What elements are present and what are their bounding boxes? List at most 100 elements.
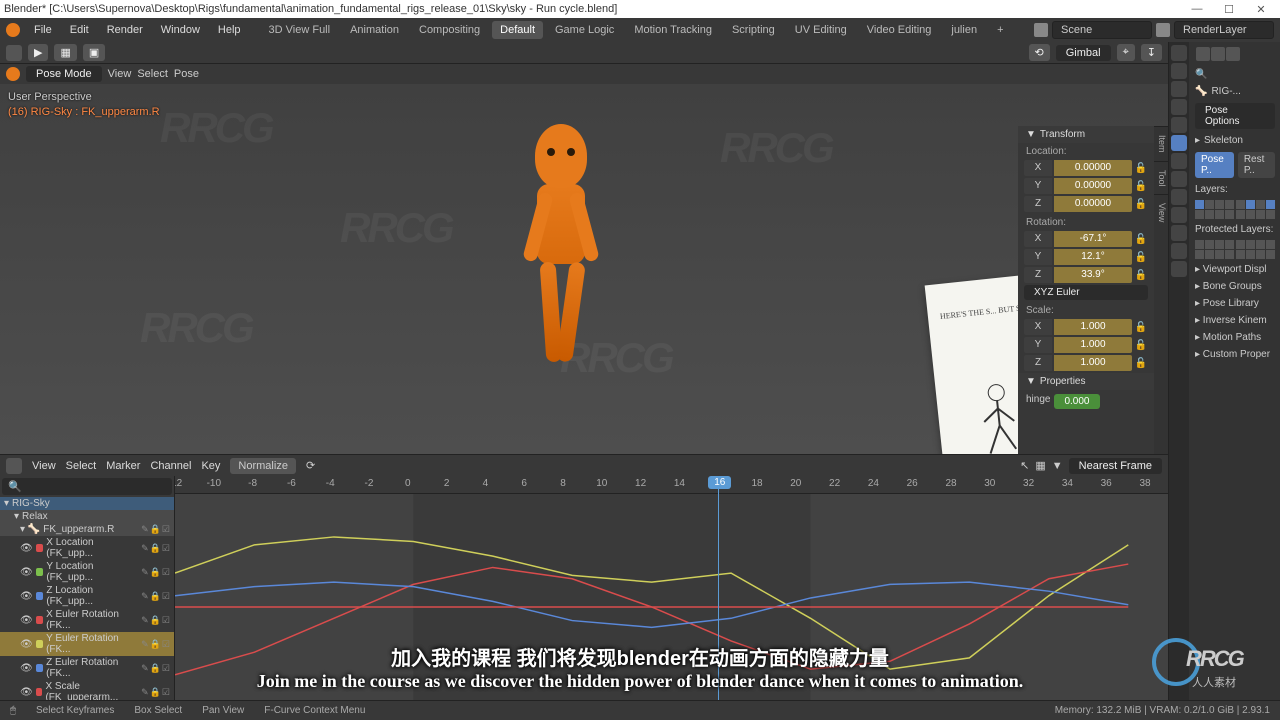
select-menu[interactable]: Select [137, 68, 168, 80]
fcurve-plot[interactable]: -12-10-8-6-4-202468101214161820222426283… [175, 476, 1168, 720]
skeleton-header[interactable]: ▸ Skeleton [1193, 132, 1277, 149]
outliner-sel-icon[interactable] [1211, 47, 1225, 61]
view-menu[interactable]: View [108, 68, 132, 80]
ghost-icon[interactable]: ▦ [1035, 459, 1045, 472]
graph-view-menu[interactable]: View [32, 460, 56, 472]
scale-x-field[interactable]: 1.000 [1054, 319, 1132, 335]
orient-icon[interactable]: ⟲ [1029, 44, 1050, 61]
rot-z-field[interactable]: 33.9° [1054, 267, 1132, 283]
scene-selector[interactable]: Scene [1052, 21, 1152, 39]
close-icon[interactable]: ✕ [1246, 3, 1276, 16]
lock-icon[interactable]: 🔓 [1134, 252, 1148, 263]
graph-select-menu[interactable]: Select [66, 460, 97, 472]
tab-object-icon[interactable] [1171, 135, 1187, 151]
fcurve-channel[interactable]: 👁X Location (FK_upp...✎🔒☑ [0, 536, 174, 560]
graph-editor-icon[interactable] [6, 458, 22, 474]
prop-section[interactable]: ▸ Custom Proper [1193, 346, 1277, 363]
pose-options-dropdown[interactable]: Pose Options [1193, 100, 1277, 132]
search-icon[interactable]: 🔍 [1195, 69, 1207, 80]
channel-bone[interactable]: ▾ 🦴FK_upperarm.R✎🔒☑ [0, 523, 174, 536]
tab-view[interactable]: View [1154, 194, 1168, 230]
fcurve-channel[interactable]: 👁Z Location (FK_upp...✎🔒☑ [0, 584, 174, 608]
normalize-toggle[interactable]: Normalize [230, 458, 296, 474]
lock-icon[interactable]: 🔓 [1134, 270, 1148, 281]
graph-channel-menu[interactable]: Channel [150, 460, 191, 472]
ws-3dview[interactable]: 3D View Full [261, 21, 339, 39]
tab-render-icon[interactable] [1171, 45, 1187, 61]
rot-x-field[interactable]: -67.1° [1054, 231, 1132, 247]
fcurve-channel[interactable]: 👁Y Location (FK_upp...✎🔒☑ [0, 560, 174, 584]
tab-view-icon[interactable] [1171, 81, 1187, 97]
snap-icon[interactable]: ⌖ [1117, 44, 1135, 61]
tab-tool[interactable]: Tool [1154, 161, 1168, 195]
properties-subheader[interactable]: ▼Properties [1018, 373, 1154, 390]
lock-icon[interactable]: 🔓 [1134, 234, 1148, 245]
playhead[interactable]: 16 [718, 476, 719, 720]
ws-add[interactable]: + [989, 21, 1011, 39]
rotation-mode-dropdown[interactable]: XYZ Euler [1024, 285, 1148, 300]
rig-crumb[interactable]: RIG-... [1211, 86, 1240, 97]
loc-x-field[interactable]: 0.00000 [1054, 160, 1132, 176]
fcurve-channel[interactable]: 👁Y Euler Rotation (FK...✎🔒☑ [0, 632, 174, 656]
snap-dropdown[interactable]: Nearest Frame [1069, 458, 1162, 474]
pose-menu[interactable]: Pose [174, 68, 199, 80]
loc-y-field[interactable]: 0.00000 [1054, 178, 1132, 194]
lock-icon[interactable]: 🔓 [1134, 358, 1148, 369]
outliner-ren-icon[interactable] [1226, 47, 1240, 61]
lock-icon[interactable]: 🔓 [1134, 163, 1148, 174]
renderlayer-selector[interactable]: RenderLayer [1174, 21, 1274, 39]
hinge-value[interactable]: 0.000 [1054, 394, 1099, 409]
armature-layers[interactable] [1193, 198, 1277, 221]
rot-y-field[interactable]: 12.1° [1054, 249, 1132, 265]
rest-position-btn[interactable]: Rest P.. [1238, 152, 1275, 178]
maximize-icon[interactable]: ☐ [1214, 3, 1244, 16]
pe-icon[interactable]: ↧ [1141, 44, 1162, 61]
graph-key-menu[interactable]: Key [201, 460, 220, 472]
tab-data-icon[interactable] [1171, 225, 1187, 241]
3d-viewport[interactable]: User Perspective (16) RIG-Sky : FK_upper… [0, 84, 1168, 454]
transform-header[interactable]: ▼Transform [1018, 126, 1154, 143]
tab-physics-icon[interactable] [1171, 189, 1187, 205]
ws-gamelogic[interactable]: Game Logic [547, 21, 622, 39]
minimize-icon[interactable]: — [1182, 3, 1212, 16]
fcurve-channel[interactable]: 👁X Euler Rotation (FK...✎🔒☑ [0, 608, 174, 632]
ws-default[interactable]: Default [492, 21, 543, 39]
prop-section[interactable]: ▸ Motion Paths [1193, 329, 1277, 346]
prop-section[interactable]: ▸ Pose Library [1193, 295, 1277, 312]
play-button[interactable]: ▶ [28, 44, 48, 61]
lock-icon[interactable]: 🔓 [1134, 340, 1148, 351]
prop-section[interactable]: ▸ Inverse Kinem [1193, 312, 1277, 329]
ws-uv[interactable]: UV Editing [787, 21, 855, 39]
tab-material-icon[interactable] [1171, 261, 1187, 277]
loc-z-field[interactable]: 0.00000 [1054, 196, 1132, 212]
menu-window[interactable]: Window [153, 21, 208, 39]
outliner-vis-icon[interactable] [1196, 47, 1210, 61]
pose-position-btn[interactable]: Pose P.. [1195, 152, 1234, 178]
refresh-icon[interactable]: ⟳ [306, 459, 315, 472]
menu-edit[interactable]: Edit [62, 21, 97, 39]
menu-file[interactable]: File [26, 21, 60, 39]
fcurve-channel[interactable]: 👁Z Euler Rotation (FK...✎🔒☑ [0, 656, 174, 680]
prop-section[interactable]: ▸ Bone Groups [1193, 278, 1277, 295]
ws-video[interactable]: Video Editing [859, 21, 940, 39]
tab-bone-icon[interactable] [1171, 243, 1187, 259]
ws-compositing[interactable]: Compositing [411, 21, 488, 39]
ws-julien[interactable]: julien [943, 21, 985, 39]
tab-output-icon[interactable] [1171, 63, 1187, 79]
gimbal-dropdown[interactable]: Gimbal [1056, 45, 1111, 61]
toolbar-btn-2[interactable]: ▣ [83, 44, 105, 61]
editor-type-icon[interactable] [6, 45, 22, 61]
prop-section[interactable]: ▸ Viewport Displ [1193, 261, 1277, 278]
ws-motion[interactable]: Motion Tracking [626, 21, 720, 39]
ws-animation[interactable]: Animation [342, 21, 407, 39]
tab-modifier-icon[interactable] [1171, 153, 1187, 169]
mode-dropdown[interactable]: Pose Mode [26, 66, 102, 82]
lock-icon[interactable]: 🔓 [1134, 322, 1148, 333]
tab-scene-icon[interactable] [1171, 99, 1187, 115]
tab-item[interactable]: Item [1154, 126, 1168, 161]
frame-ruler[interactable]: -12-10-8-6-4-202468101214161820222426283… [175, 476, 1168, 494]
lock-icon[interactable]: 🔓 [1134, 199, 1148, 210]
menu-help[interactable]: Help [210, 21, 249, 39]
channel-group[interactable]: ▾Relax [0, 510, 174, 523]
toolbar-btn-1[interactable]: ▦ [54, 44, 76, 61]
